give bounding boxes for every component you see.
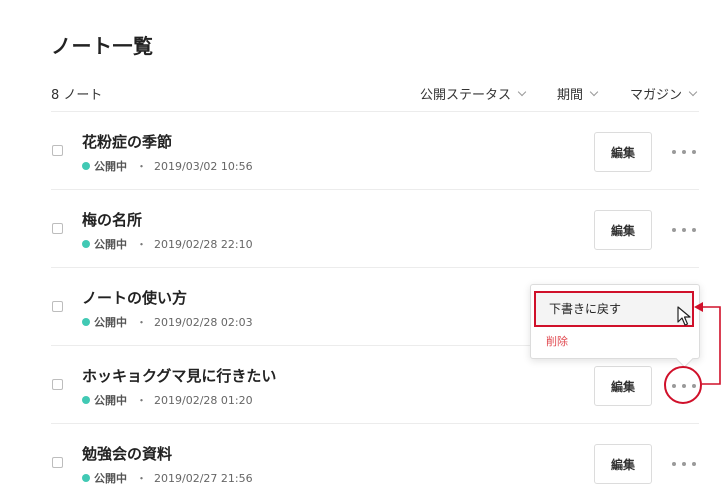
filter-label: 公開ステータス [420,88,512,103]
dot-icon [672,228,676,232]
note-checkbox[interactable] [52,379,63,390]
list-toolbar: 8 ノート 公開ステータス 期間 マガジン [51,84,699,104]
note-date: 2019/02/28 22:10 [154,237,253,251]
note-title[interactable]: 花粉症の季節 [82,131,172,152]
note-date: 2019/02/27 21:56 [154,471,253,485]
note-date: 2019/03/02 10:56 [154,159,253,173]
note-checkbox[interactable] [52,457,63,468]
dot-icon [672,384,676,388]
note-row: 花粉症の季節 公開中 ・ 2019/03/02 10:56 編集 [51,111,699,189]
note-meta: 公開中 ・ 2019/03/02 10:56 [82,158,253,174]
revert-to-draft-menu-item[interactable]: 下書きに戻す [534,291,694,327]
filter-publish-status[interactable]: 公開ステータス [420,84,527,103]
delete-menu-item[interactable]: 削除 [546,333,568,349]
dot-icon [672,462,676,466]
filter-period[interactable]: 期間 [557,84,599,103]
chevron-down-icon [517,87,527,96]
note-meta: 公開中 ・ 2019/02/28 02:03 [82,314,253,330]
edit-button[interactable]: 編集 [594,210,652,250]
dot-icon [692,462,696,466]
filter-label: マガジン [630,88,683,103]
edit-button[interactable]: 編集 [594,366,652,406]
status-badge: 公開中 [94,160,127,173]
note-checkbox[interactable] [52,145,63,156]
dot-icon [692,150,696,154]
more-options-menu: 下書きに戻す 削除 [530,284,700,359]
filter-label: 期間 [557,88,584,103]
status-badge: 公開中 [94,394,127,407]
filter-magazine[interactable]: マガジン [630,84,698,103]
more-options-button[interactable] [672,145,696,159]
note-checkbox[interactable] [52,223,63,234]
dot-icon [692,228,696,232]
status-dot-icon [82,396,90,404]
note-count: 8 ノート [51,88,103,103]
dot-icon [682,228,686,232]
dot-icon [672,150,676,154]
more-options-button[interactable] [672,223,696,237]
status-dot-icon [82,162,90,170]
dot-icon [682,462,686,466]
note-checkbox[interactable] [52,301,63,312]
annotation-arrow-icon [694,302,721,385]
page-title: ノート一覧 [51,34,154,58]
dot-icon [682,150,686,154]
note-date: 2019/02/28 02:03 [154,315,253,329]
note-title[interactable]: ノートの使い方 [82,287,187,308]
mouse-cursor-icon [677,306,691,326]
note-meta: 公開中 ・ 2019/02/28 01:20 [82,392,253,408]
edit-button[interactable]: 編集 [594,132,652,172]
note-row: 勉強会の資料 公開中 ・ 2019/02/27 21:56 編集 [51,423,699,500]
status-badge: 公開中 [94,238,127,251]
note-title[interactable]: ホッキョクグマ見に行きたい [82,365,276,386]
meta-separator: ・ [136,316,147,329]
status-badge: 公開中 [94,316,127,329]
meta-separator: ・ [136,394,147,407]
note-title[interactable]: 梅の名所 [82,209,142,230]
note-date: 2019/02/28 01:20 [154,393,253,407]
meta-separator: ・ [136,160,147,173]
status-dot-icon [82,474,90,482]
more-options-button[interactable] [672,457,696,471]
dot-icon [682,384,686,388]
note-title[interactable]: 勉強会の資料 [82,443,172,464]
status-badge: 公開中 [94,472,127,485]
menu-item-label: 下書きに戻す [549,302,622,316]
note-meta: 公開中 ・ 2019/02/27 21:56 [82,470,253,486]
edit-button[interactable]: 編集 [594,444,652,484]
meta-separator: ・ [136,472,147,485]
status-dot-icon [82,318,90,326]
meta-separator: ・ [136,238,147,251]
chevron-down-icon [589,87,599,96]
note-row: 梅の名所 公開中 ・ 2019/02/28 22:10 編集 [51,189,699,267]
note-meta: 公開中 ・ 2019/02/28 22:10 [82,236,253,252]
status-dot-icon [82,240,90,248]
chevron-down-icon [688,87,698,96]
